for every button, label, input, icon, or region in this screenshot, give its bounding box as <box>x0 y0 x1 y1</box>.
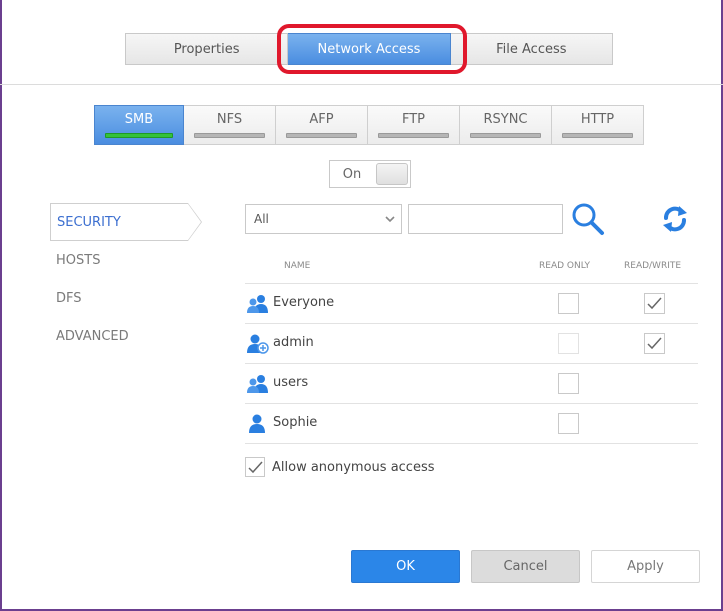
side-nav: SECURITY HOSTS DFS ADVANCED <box>50 203 202 355</box>
read-write-checkbox[interactable] <box>644 293 665 314</box>
highlight-annotation <box>277 24 467 74</box>
status-indicator <box>286 133 357 138</box>
side-item-hosts[interactable]: HOSTS <box>50 241 202 279</box>
group-icon <box>247 374 269 394</box>
refresh-icon[interactable] <box>660 204 690 234</box>
service-toggle[interactable]: On <box>329 160 411 188</box>
user-name: admin <box>273 335 314 350</box>
table-row: Everyone <box>245 284 698 324</box>
filter-select-value: All <box>254 212 269 226</box>
permissions-table: Everyone admin users Sophie <box>245 284 698 444</box>
tab-properties[interactable]: Properties <box>125 33 289 65</box>
read-only-checkbox[interactable] <box>558 413 579 434</box>
table-row: admin <box>245 324 698 364</box>
status-indicator <box>194 133 265 138</box>
tab-file-access[interactable]: File Access <box>450 33 613 65</box>
chevron-down-icon <box>379 205 401 233</box>
tab-nfs[interactable]: NFS <box>184 105 276 145</box>
tab-smb-label: SMB <box>124 112 154 127</box>
tab-ftp[interactable]: FTP <box>368 105 460 145</box>
tab-http[interactable]: HTTP <box>552 105 644 145</box>
tab-rsync-label: RSYNC <box>483 112 528 127</box>
column-header-read-write: READ/WRITE <box>624 261 682 271</box>
status-indicator <box>378 133 449 138</box>
tab-afp[interactable]: AFP <box>276 105 368 145</box>
tab-http-label: HTTP <box>580 112 615 127</box>
side-item-label: SECURITY <box>57 214 121 230</box>
filter-select[interactable]: All <box>245 204 402 234</box>
search-input[interactable] <box>408 204 563 234</box>
admin-user-icon <box>247 334 269 354</box>
status-indicator <box>105 133 173 138</box>
table-row: Sophie <box>245 404 698 444</box>
divider <box>0 84 723 85</box>
tab-smb[interactable]: SMB <box>94 105 184 145</box>
ok-button[interactable]: OK <box>351 550 460 583</box>
side-item-label: HOSTS <box>56 252 101 268</box>
group-icon <box>247 294 269 314</box>
anonymous-access-label: Allow anonymous access <box>272 459 435 475</box>
side-item-label: DFS <box>56 290 82 306</box>
user-name: Everyone <box>273 295 335 310</box>
anonymous-access-checkbox[interactable] <box>245 457 265 477</box>
read-only-checkbox[interactable] <box>558 333 579 354</box>
user-name: users <box>273 375 309 390</box>
toggle-knob[interactable] <box>376 163 408 185</box>
tab-rsync[interactable]: RSYNC <box>460 105 552 145</box>
side-item-label: ADVANCED <box>56 328 129 344</box>
status-indicator <box>562 133 633 138</box>
side-item-advanced[interactable]: ADVANCED <box>50 317 202 355</box>
cancel-button[interactable]: Cancel <box>471 550 580 583</box>
tab-nfs-label: NFS <box>216 112 243 127</box>
user-icon <box>247 414 269 434</box>
side-item-security[interactable]: SECURITY <box>50 203 202 241</box>
table-header: NAME READ ONLY READ/WRITE <box>245 254 698 284</box>
apply-button[interactable]: Apply <box>591 550 700 583</box>
read-only-checkbox[interactable] <box>558 373 579 394</box>
tab-ftp-label: FTP <box>401 112 426 127</box>
search-icon[interactable] <box>570 201 606 237</box>
check-icon <box>647 337 662 350</box>
check-icon <box>647 297 662 310</box>
user-name: Sophie <box>273 415 318 430</box>
protocol-tab-bar: SMB NFS AFP FTP RSYNC HTTP <box>94 105 644 145</box>
read-only-checkbox[interactable] <box>558 293 579 314</box>
status-indicator <box>470 133 541 138</box>
column-header-read-only: READ ONLY <box>539 261 591 271</box>
toggle-label: On <box>342 166 362 182</box>
side-item-dfs[interactable]: DFS <box>50 279 202 317</box>
check-icon <box>247 460 263 473</box>
column-header-name: NAME <box>284 261 311 271</box>
tab-afp-label: AFP <box>309 112 334 127</box>
anonymous-access-option[interactable]: Allow anonymous access <box>245 457 435 477</box>
read-write-checkbox[interactable] <box>644 333 665 354</box>
table-row: users <box>245 364 698 404</box>
